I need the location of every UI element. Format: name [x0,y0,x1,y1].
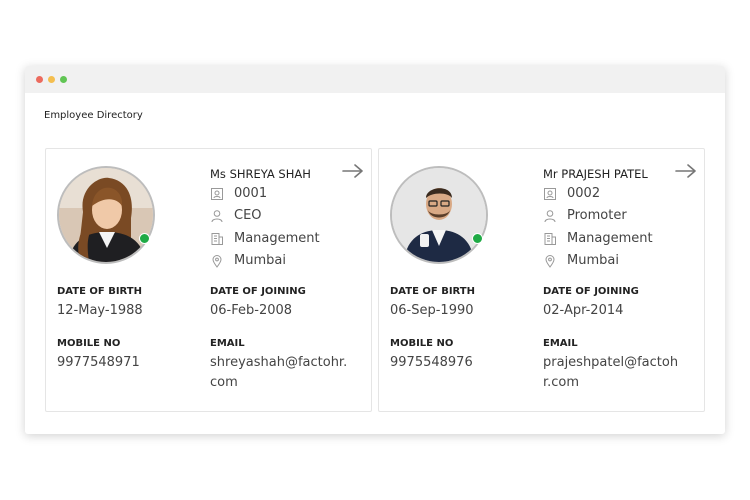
employee-location-row: Mumbai [543,253,619,268]
mobile-value: 9977548971 [57,355,140,370]
doj-value: 06-Feb-2008 [210,303,293,318]
email-value[interactable]: prajeshpatel@factohr.com [543,353,683,393]
arrow-right-icon[interactable] [675,164,697,178]
email-label: EMAIL [210,338,245,349]
employee-department: Management [567,231,653,246]
doj-label: DATE OF JOINING [210,286,306,297]
employee-code-row: 0002 [543,186,600,201]
building-icon [543,232,557,246]
mobile-label: MOBILE NO [57,338,121,349]
employee-department-row: Management [210,231,320,246]
employee-photo [59,168,153,262]
person-icon [210,209,224,223]
map-pin-icon [543,254,557,268]
employee-card[interactable]: Ms SHREYA SHAH 0001 CEO Management Mumba… [45,148,372,412]
app-window: Employee Directory Ms SHREYA SHAH 0001 C… [25,66,725,434]
employee-location: Mumbai [234,253,286,268]
online-status-dot [472,233,483,244]
dob-value: 12-May-1988 [57,303,143,318]
id-badge-icon [210,187,224,201]
employee-role-row: Promoter [543,208,627,223]
online-status-dot [139,233,150,244]
employee-code: 0002 [567,186,601,201]
page-title: Employee Directory [44,110,143,121]
arrow-right-icon[interactable] [342,164,364,178]
dob-value: 06-Sep-1990 [390,303,474,318]
avatar [390,166,488,264]
employee-name: Mr PRAJESH PATEL [543,167,648,181]
employee-department: Management [234,231,320,246]
employee-code: 0001 [234,186,268,201]
minimize-window-dot[interactable] [48,76,55,83]
close-window-dot[interactable] [36,76,43,83]
employee-role: CEO [234,208,262,223]
doj-value: 02-Apr-2014 [543,303,624,318]
person-icon [543,209,557,223]
building-icon [210,232,224,246]
maximize-window-dot[interactable] [60,76,67,83]
employee-role: Promoter [567,208,627,223]
title-bar [25,66,725,93]
mobile-label: MOBILE NO [390,338,454,349]
mobile-value: 9975548976 [390,355,473,370]
dob-label: DATE OF BIRTH [57,286,142,297]
employee-card[interactable]: Mr PRAJESH PATEL 0002 Promoter Managemen… [378,148,705,412]
doj-label: DATE OF JOINING [543,286,639,297]
employee-role-row: CEO [210,208,262,223]
employee-location-row: Mumbai [210,253,286,268]
employee-location: Mumbai [567,253,619,268]
email-value[interactable]: shreyashah@factohr.com [210,353,350,393]
email-label: EMAIL [543,338,578,349]
id-badge-icon [543,187,557,201]
avatar [57,166,155,264]
map-pin-icon [210,254,224,268]
employee-photo [392,168,486,262]
dob-label: DATE OF BIRTH [390,286,475,297]
employee-code-row: 0001 [210,186,267,201]
employee-name: Ms SHREYA SHAH [210,167,311,181]
employee-department-row: Management [543,231,653,246]
